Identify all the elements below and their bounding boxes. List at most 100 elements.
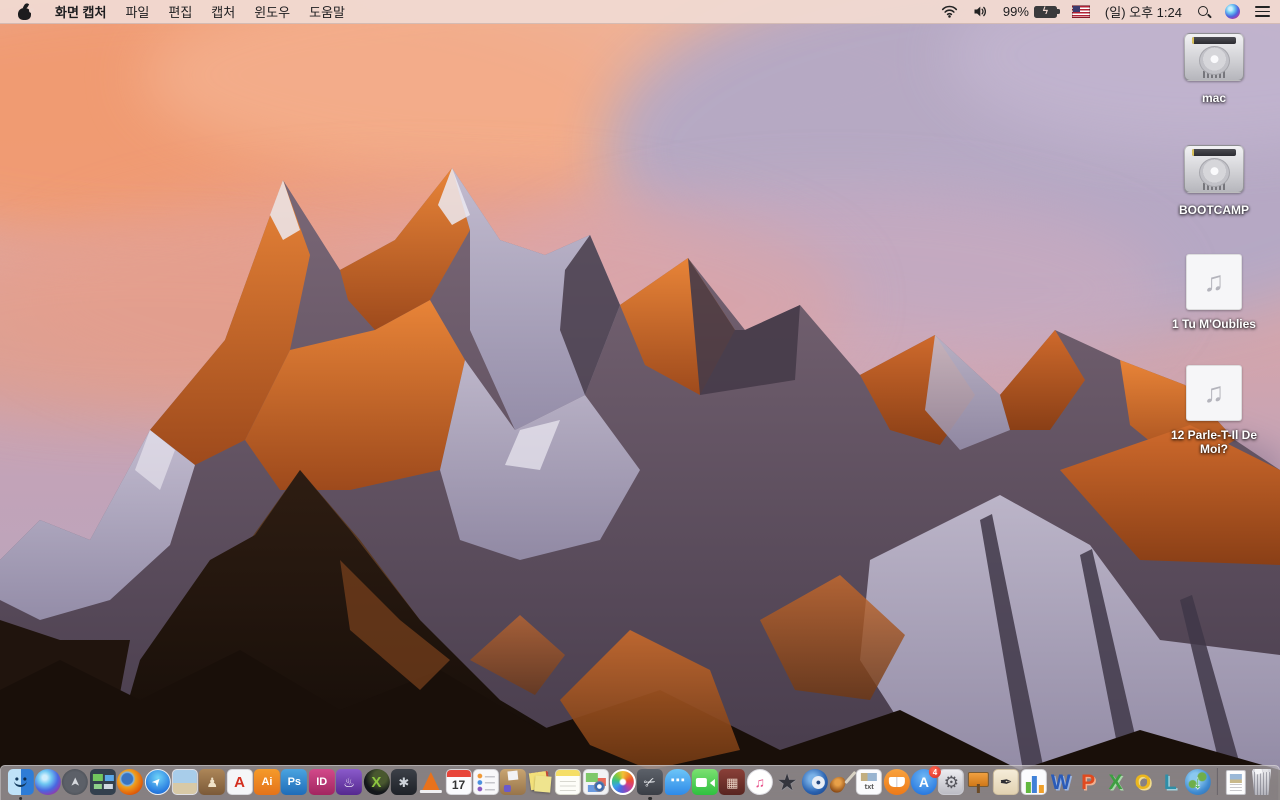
adobe-illustrator-icon — [253, 769, 280, 795]
dock-item-xee[interactable] — [363, 769, 390, 795]
dock-item-launchpad[interactable] — [62, 769, 89, 795]
apple-menu-icon[interactable] — [18, 1, 34, 20]
facetime-video-camera-icon — [691, 769, 718, 795]
menubar-menu-help[interactable]: 도움말 — [309, 2, 345, 21]
dock-item-booth[interactable] — [719, 769, 746, 795]
dock-item-acrobat[interactable] — [226, 769, 253, 795]
dock-item-indesign[interactable] — [308, 769, 335, 795]
menubar-menu-file[interactable]: 파일 — [125, 2, 149, 21]
menu-bar: 화면 캡처 파일 편집 캡처 윈도우 도움말 99% ϟ (일) 오후 1:24 — [0, 0, 1280, 24]
imovie-star-icon — [774, 769, 800, 795]
notification-center-icon[interactable] — [1255, 6, 1270, 17]
dock-item-safari[interactable] — [144, 769, 171, 795]
siri-icon[interactable] — [1225, 4, 1240, 19]
dock-item-stuffit[interactable] — [500, 769, 527, 795]
dock-item-photos[interactable] — [609, 769, 636, 795]
ms-powerpoint-p-icon — [1075, 769, 1101, 795]
desktop-icon-label: BOOTCAMP — [1179, 203, 1249, 217]
desktop-icon-bootcamp[interactable]: BOOTCAMP — [1159, 145, 1269, 218]
dock-item-trash[interactable] — [1250, 769, 1272, 795]
hard-drive-icon — [1184, 145, 1244, 193]
dock-item-photoshop[interactable] — [281, 769, 308, 795]
desktop[interactable]: 화면 캡처 파일 편집 캡처 윈도우 도움말 99% ϟ (일) 오후 1:24… — [0, 0, 1280, 800]
itunes-music-note-icon — [746, 769, 773, 795]
ms-outlook-o-icon — [1130, 769, 1156, 795]
dock-item-toast[interactable] — [336, 769, 363, 795]
numbers-bar-chart-icon — [1020, 769, 1047, 795]
dock-item-appstore[interactable]: 4 — [910, 766, 941, 795]
menubar-menu-edit[interactable]: 편집 — [168, 2, 192, 21]
dock-item-textdocs[interactable] — [856, 769, 883, 795]
launchpad-rocket-icon — [62, 769, 89, 795]
dock-item-stickies[interactable] — [528, 769, 554, 795]
dock-item-reminders[interactable] — [472, 769, 499, 795]
dock-item-numbers[interactable] — [1020, 769, 1047, 795]
dock-item-garage[interactable] — [829, 769, 855, 795]
hard-drive-icon — [1184, 33, 1244, 81]
dock-item-imovie[interactable] — [774, 769, 800, 795]
dock-item-finder[interactable] — [7, 769, 34, 800]
dock-item-preview[interactable] — [171, 769, 198, 795]
dock-item-dvd[interactable] — [801, 769, 828, 795]
desktop-icon-audio2[interactable]: ♫ 12 Parle-T-Il De Moi? — [1159, 365, 1269, 457]
app-menu-title[interactable]: 화면 캡처 — [55, 2, 106, 21]
wifi-icon[interactable] — [941, 5, 958, 18]
dock-item-siri[interactable] — [34, 769, 61, 795]
app-store-update-badge: 4 — [928, 766, 941, 778]
dock-item-ibooks[interactable] — [883, 769, 910, 795]
battery-charging-icon: ϟ — [1033, 5, 1060, 18]
reminders-list-icon — [472, 769, 499, 795]
dock-item-pages[interactable] — [993, 769, 1020, 795]
dock-item-grab[interactable] — [637, 769, 664, 800]
dock-item-powerpoint[interactable] — [1075, 769, 1101, 795]
dock-item-excel[interactable] — [1103, 769, 1129, 795]
preview-photo-icon — [171, 769, 198, 795]
pages-ink-pen-icon — [993, 769, 1020, 795]
menubar-menu-capture[interactable]: 캡처 — [211, 2, 235, 21]
dock-item-word[interactable] — [1048, 769, 1074, 795]
running-indicator-dot — [18, 796, 23, 800]
dock-item-facetime[interactable] — [691, 769, 718, 795]
input-source-us-flag-icon[interactable] — [1071, 5, 1090, 18]
dock-item-notes[interactable] — [555, 769, 582, 795]
dock-item-disktool[interactable] — [390, 769, 417, 795]
dock-item-vlc[interactable] — [418, 769, 444, 795]
volume-icon[interactable] — [973, 5, 988, 18]
txt-documents-stack-icon — [856, 769, 883, 795]
dock-item-contacts[interactable] — [199, 769, 226, 795]
blue-disc-app-icon — [801, 769, 828, 795]
keynote-lectern-icon — [966, 769, 992, 795]
dock-item-msglobe[interactable] — [1184, 769, 1211, 795]
dock-item-keynote[interactable] — [966, 769, 992, 795]
stickies-yellow-notes-icon — [528, 769, 554, 795]
menubar-menu-window[interactable]: 윈도우 — [254, 2, 290, 21]
dock-item-illustrator[interactable] — [253, 769, 280, 795]
dock-item-firefox[interactable] — [117, 769, 144, 795]
desktop-icon-mac[interactable]: mac — [1159, 33, 1269, 106]
dock-item-lync[interactable] — [1157, 769, 1183, 795]
messages-speech-bubble-icon — [664, 769, 691, 795]
dock-item-calendar[interactable] — [445, 769, 472, 795]
dock-item-docfile[interactable] — [1223, 770, 1249, 795]
menubar-clock[interactable]: (일) 오후 1:24 — [1105, 2, 1182, 21]
purple-toaster-burner-icon — [336, 769, 363, 795]
battery-indicator[interactable]: 99% ϟ — [1002, 4, 1060, 19]
battery-percent-label: 99% — [1002, 4, 1029, 19]
dock-item-outlook[interactable] — [1130, 769, 1156, 795]
green-x-image-viewer-icon — [363, 769, 390, 795]
dock-item-messages[interactable] — [664, 769, 691, 795]
desktop-icon-audio1[interactable]: ♫ 1 Tu M'Oublies — [1159, 254, 1269, 332]
dock-item-itunes[interactable] — [746, 769, 773, 795]
siri-icon — [34, 769, 61, 795]
trash-full-icon — [1251, 769, 1272, 795]
globe-download-icon — [1184, 769, 1211, 795]
spotlight-search-icon[interactable] — [1197, 5, 1210, 19]
dock-item-maps[interactable] — [582, 769, 609, 795]
calendar-icon — [445, 769, 472, 795]
colorful-cards-compass-icon — [582, 769, 609, 795]
music-note-file-icon: ♫ — [1186, 254, 1242, 310]
dock-divider[interactable] — [1216, 768, 1218, 795]
wallpaper-sierra-mountain — [0, 0, 1280, 800]
dock-item-mission-control[interactable] — [89, 769, 116, 795]
dock-item-sysprefs[interactable] — [938, 769, 965, 795]
